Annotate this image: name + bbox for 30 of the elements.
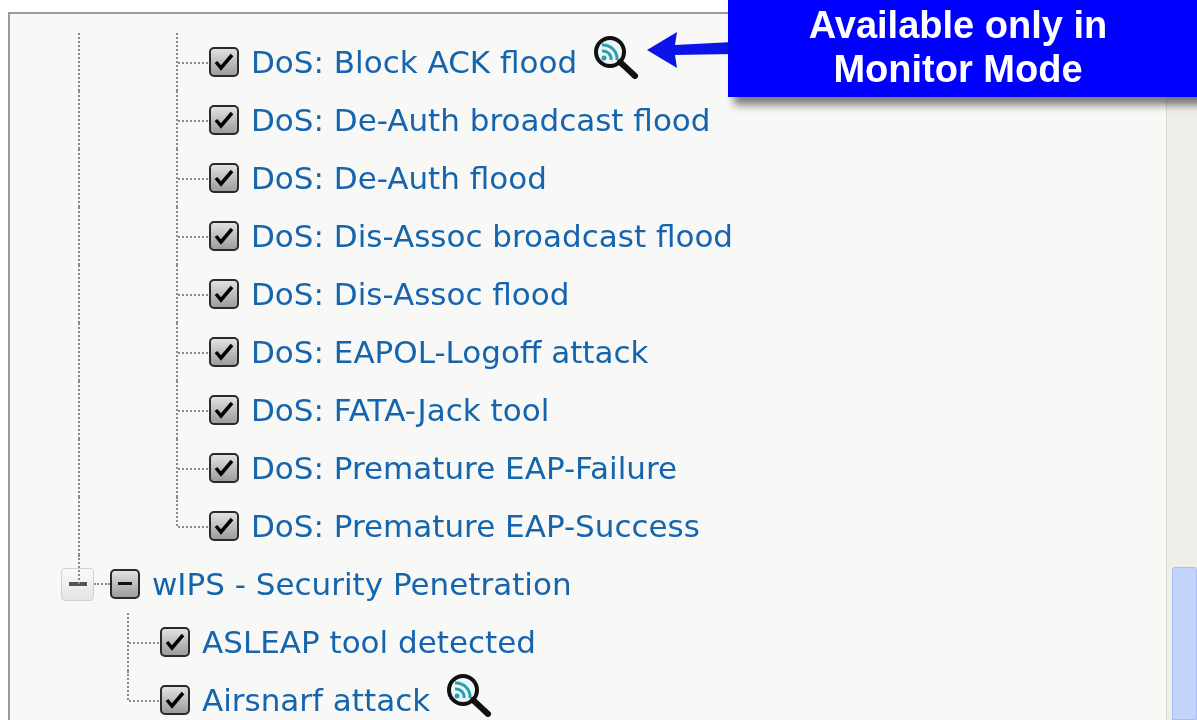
checkbox[interactable]: [209, 337, 239, 367]
collapse-toggle[interactable]: [61, 567, 94, 601]
checkbox[interactable]: [110, 569, 140, 599]
minus-icon: [68, 582, 87, 586]
tree-item-label[interactable]: DoS: Premature EAP-Success: [251, 510, 700, 542]
checkbox[interactable]: [160, 627, 190, 657]
callout-text: Monitor Mode: [833, 46, 1083, 91]
tree-item-label[interactable]: DoS: Dis-Assoc broadcast flood: [251, 220, 734, 252]
checkbox[interactable]: [209, 47, 239, 77]
tree-item-label[interactable]: DoS: FATA-Jack tool: [251, 394, 550, 426]
tree-item-label[interactable]: DoS: Dis-Assoc flood: [251, 278, 570, 310]
checkbox[interactable]: [209, 511, 239, 541]
checkbox[interactable]: [209, 221, 239, 251]
minus-icon: [118, 582, 132, 586]
checkbox[interactable]: [209, 279, 239, 309]
checkbox[interactable]: [209, 395, 239, 425]
tree-item-label[interactable]: Airsnarf attack: [202, 684, 431, 716]
checkbox[interactable]: [209, 105, 239, 135]
tree-item-label[interactable]: DoS: EAPOL-Logoff attack: [251, 336, 649, 368]
tree-item-label[interactable]: DoS: Block ACK flood: [251, 46, 578, 78]
checkbox[interactable]: [160, 685, 190, 715]
tree-item-label[interactable]: ASLEAP tool detected: [202, 626, 536, 658]
tree-item-label[interactable]: DoS: De-Auth flood: [251, 162, 547, 194]
checkbox[interactable]: [209, 453, 239, 483]
tree-item-label[interactable]: wIPS - Security Penetration: [152, 568, 572, 600]
tree-item-label[interactable]: DoS: De-Auth broadcast flood: [251, 104, 711, 136]
scrollbar-thumb[interactable]: [1172, 567, 1197, 720]
callout-text: Available only in: [808, 2, 1108, 47]
tree-item-label[interactable]: DoS: Premature EAP-Failure: [251, 452, 678, 484]
checkbox[interactable]: [209, 163, 239, 193]
